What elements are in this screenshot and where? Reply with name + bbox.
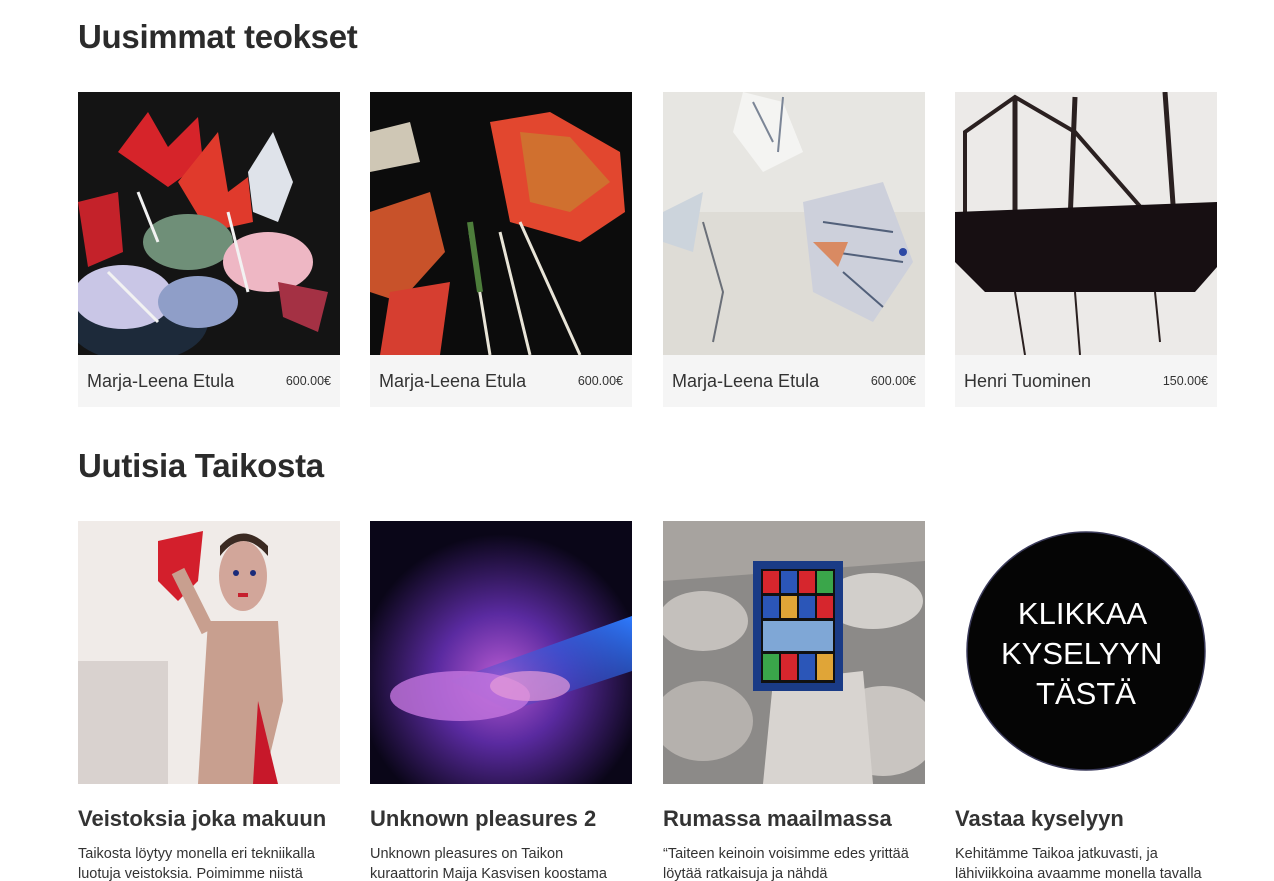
section-title-latest-works: Uusimmat teokset [78, 18, 358, 55]
news-excerpt: Taikosta löytyy monella eri tekniikalla … [78, 846, 315, 881]
news-image[interactable] [370, 521, 632, 784]
artist-name[interactable]: Marja-Leena Etula [672, 371, 819, 392]
artwork-card[interactable]: Henri Tuominen 150.00€ [955, 92, 1217, 407]
news-image[interactable] [78, 521, 340, 784]
artwork-price: 600.00€ [577, 374, 623, 388]
news-card[interactable]: KLIKKAA KYSELYYN TÄSTÄ Vastaa kyselyyn K… [955, 521, 1217, 881]
artwork-caption: Henri Tuominen 150.00€ [955, 355, 1217, 407]
artwork-card[interactable]: Marja-Leena Etula 600.00€ [78, 92, 340, 407]
news-card[interactable]: Veistoksia joka makuun Taikosta löytyy m… [78, 521, 340, 881]
section-title-news: Uutisia Taikosta [78, 447, 324, 484]
news-card[interactable]: Rumassa maailmassa “Taiteen keinoin vois… [663, 521, 925, 881]
artist-name[interactable]: Marja-Leena Etula [87, 371, 234, 392]
artwork-card[interactable]: Marja-Leena Etula 600.00€ [370, 92, 632, 407]
artwork-card[interactable]: Marja-Leena Etula 600.00€ [663, 92, 925, 407]
artwork-image[interactable] [370, 92, 632, 355]
artwork-price: 600.00€ [870, 374, 916, 388]
news-excerpt: Kehitämme Taikoa jatkuvasti, ja lähiviik… [955, 846, 1202, 881]
artwork-image[interactable] [955, 92, 1217, 355]
news-title[interactable]: Veistoksia joka makuun [78, 806, 340, 832]
news-title[interactable]: Unknown pleasures 2 [370, 806, 632, 832]
artwork-image[interactable] [663, 92, 925, 355]
artwork-caption: Marja-Leena Etula 600.00€ [78, 355, 340, 407]
artist-name[interactable]: Henri Tuominen [964, 371, 1091, 392]
artist-name[interactable]: Marja-Leena Etula [379, 371, 526, 392]
survey-badge-link[interactable]: KLIKKAA KYSELYYN TÄSTÄ [955, 521, 1217, 784]
artwork-caption: Marja-Leena Etula 600.00€ [370, 355, 632, 407]
artwork-price: 150.00€ [1162, 374, 1208, 388]
artwork-caption: Marja-Leena Etula 600.00€ [663, 355, 925, 407]
news-excerpt: “Taiteen keinoin voisimme edes yrittää l… [663, 846, 909, 881]
artwork-price: 600.00€ [285, 374, 331, 388]
news-excerpt: Unknown pleasures on Taikon kuraattorin … [370, 846, 607, 881]
news-image[interactable] [663, 521, 925, 784]
news-title[interactable]: Rumassa maailmassa [663, 806, 925, 832]
news-card[interactable]: Unknown pleasures 2 Unknown pleasures on… [370, 521, 632, 881]
news-title[interactable]: Vastaa kyselyyn [955, 806, 1217, 832]
artwork-image[interactable] [78, 92, 340, 355]
